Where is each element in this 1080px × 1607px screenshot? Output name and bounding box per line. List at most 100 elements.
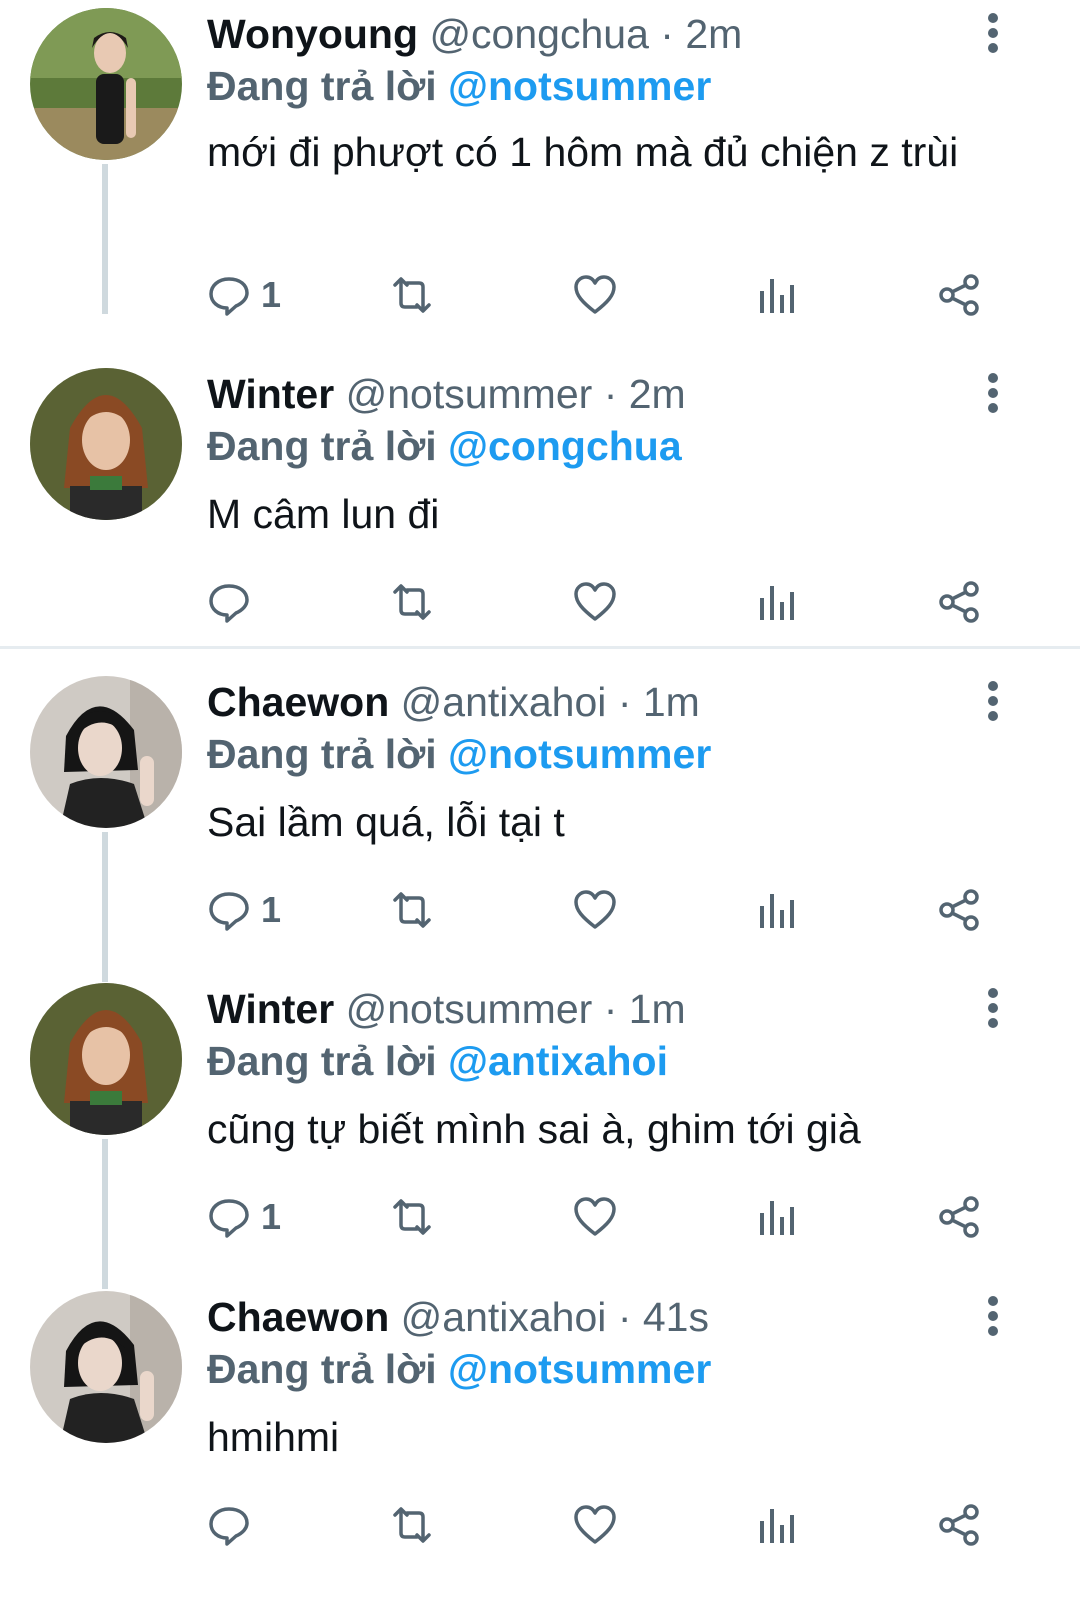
analytics-button[interactable] <box>757 880 797 940</box>
share-button[interactable] <box>937 1187 981 1247</box>
separator-dot: · <box>603 986 618 1032</box>
like-button[interactable] <box>572 1495 618 1555</box>
reply-icon <box>209 1199 249 1238</box>
avatar[interactable] <box>30 8 182 160</box>
timestamp[interactable]: 1m <box>629 986 686 1032</box>
share-icon <box>939 581 979 623</box>
timestamp[interactable]: 2m <box>685 11 742 57</box>
replying-to-handle[interactable]: @notsummer <box>448 731 711 777</box>
separator-dot: · <box>603 371 618 417</box>
analytics-button[interactable] <box>757 265 797 325</box>
like-button[interactable] <box>572 265 618 325</box>
tweet-text: Sai lầm quá, lỗi tại t <box>207 799 565 845</box>
user-handle[interactable]: @notsummer <box>346 986 593 1032</box>
retweet-button[interactable] <box>387 880 437 940</box>
reply-icon <box>209 1507 249 1546</box>
replying-to-handle[interactable]: @notsummer <box>448 1346 711 1392</box>
replying-to-label: Đang trả lời <box>207 423 437 469</box>
tweet[interactable]: Chaewon @antixahoi · 41s Đang trả lời @n… <box>0 1283 1080 1607</box>
tweet-header: Winter @notsummer · 1m <box>207 981 686 1037</box>
like-button[interactable] <box>572 572 618 632</box>
avatar[interactable] <box>30 368 182 520</box>
analytics-icon <box>760 1509 794 1543</box>
share-icon <box>939 1504 979 1546</box>
separator-dot: · <box>617 679 632 725</box>
share-icon <box>939 889 979 931</box>
display-name[interactable]: Chaewon <box>207 1294 389 1340</box>
share-button[interactable] <box>937 1495 981 1555</box>
more-options-icon[interactable] <box>980 370 1006 416</box>
reply-button[interactable] <box>207 572 261 632</box>
separator-dot: · <box>660 11 674 57</box>
like-button[interactable] <box>572 1187 618 1247</box>
replying-to-label: Đang trả lời <box>207 63 437 109</box>
reply-icon <box>209 277 249 316</box>
reply-count: 1 <box>261 274 282 315</box>
tweet-text: M câm lun đi <box>207 491 440 537</box>
conversation-divider <box>0 646 1080 649</box>
tweet[interactable]: Winter @notsummer · 1m Đang trả lời @ant… <box>0 975 1080 1289</box>
retweet-button[interactable] <box>387 572 437 632</box>
action-bar <box>0 1495 1080 1555</box>
replying-to: Đang trả lời @antixahoi <box>207 1033 668 1089</box>
timestamp[interactable]: 41s <box>643 1294 709 1340</box>
reply-button[interactable] <box>207 1495 261 1555</box>
tweet[interactable]: Chaewon @antixahoi · 1m Đang trả lời @no… <box>0 668 1080 982</box>
user-handle[interactable]: @congchua <box>429 11 648 57</box>
more-options-icon[interactable] <box>980 985 1006 1031</box>
tweet-header: Chaewon @antixahoi · 41s <box>207 1289 709 1345</box>
timestamp[interactable]: 1m <box>643 679 700 725</box>
retweet-button[interactable] <box>387 265 437 325</box>
retweet-button[interactable] <box>387 1187 437 1247</box>
more-options-icon[interactable] <box>980 1293 1006 1339</box>
retweet-icon <box>393 1507 431 1543</box>
reply-button[interactable]: 1 <box>207 880 281 940</box>
share-button[interactable] <box>937 265 981 325</box>
analytics-icon <box>760 586 794 620</box>
replying-to-handle[interactable]: @antixahoi <box>448 1038 668 1084</box>
replying-to-handle[interactable]: @congchua <box>448 423 682 469</box>
reply-count: 1 <box>261 889 282 930</box>
more-options-icon[interactable] <box>980 10 1006 56</box>
timestamp[interactable]: 2m <box>629 371 686 417</box>
replying-to-handle[interactable]: @notsummer <box>448 63 711 109</box>
analytics-icon <box>760 1201 794 1235</box>
tweet-header: Wonyoung @congchua · 2m <box>207 6 742 62</box>
reply-button[interactable]: 1 <box>207 265 281 325</box>
avatar[interactable] <box>30 676 182 828</box>
tweet-header: Winter @notsummer · 2m <box>207 366 686 422</box>
user-handle[interactable]: @antixahoi <box>401 679 607 725</box>
display-name[interactable]: Winter <box>207 986 334 1032</box>
action-bar: 1 <box>0 265 1080 325</box>
analytics-button[interactable] <box>757 572 797 632</box>
heart-icon <box>574 890 616 929</box>
tweet-text: hmihmi <box>207 1414 340 1460</box>
share-button[interactable] <box>937 572 981 632</box>
reply-button[interactable]: 1 <box>207 1187 281 1247</box>
display-name[interactable]: Winter <box>207 371 334 417</box>
heart-icon <box>574 582 616 621</box>
heart-icon <box>574 1197 616 1236</box>
replying-to-label: Đang trả lời <box>207 1346 437 1392</box>
user-handle[interactable]: @antixahoi <box>401 1294 607 1340</box>
avatar[interactable] <box>30 983 182 1135</box>
user-handle[interactable]: @notsummer <box>346 371 593 417</box>
tweet[interactable]: Wonyoung @congchua · 2m Đang trả lời @no… <box>0 0 1080 320</box>
action-bar: 1 <box>0 1187 1080 1247</box>
retweet-button[interactable] <box>387 1495 437 1555</box>
tweet-text: mới đi phượt có 1 hôm mà đủ chiện z trùi <box>207 129 959 175</box>
share-icon <box>939 274 979 316</box>
analytics-button[interactable] <box>757 1495 797 1555</box>
reply-icon <box>209 584 249 623</box>
share-button[interactable] <box>937 880 981 940</box>
reply-count: 1 <box>261 1196 282 1237</box>
more-options-icon[interactable] <box>980 678 1006 724</box>
display-name[interactable]: Wonyoung <box>207 11 418 57</box>
share-icon <box>939 1196 979 1238</box>
analytics-button[interactable] <box>757 1187 797 1247</box>
replying-to-label: Đang trả lời <box>207 731 437 777</box>
like-button[interactable] <box>572 880 618 940</box>
avatar[interactable] <box>30 1291 182 1443</box>
display-name[interactable]: Chaewon <box>207 679 389 725</box>
tweet[interactable]: Winter @notsummer · 2m Đang trả lời @con… <box>0 360 1080 645</box>
